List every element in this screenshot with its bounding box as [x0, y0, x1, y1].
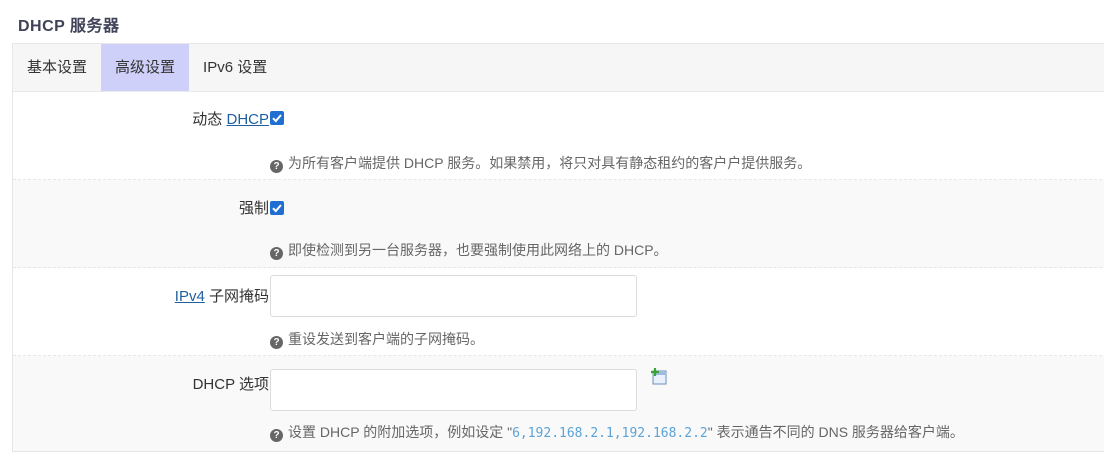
ipv4-netmask-row: IPv4 子网掩码 ? 重设发送到客户端的子网掩码。 [13, 268, 1104, 356]
help-icon: ? [270, 429, 283, 442]
dhcp-options-row: DHCP 选项 ? 设置 DHCP 的附加选项，例如设定 "6,192.168.2… [13, 356, 1104, 451]
force-label: 强制 [238, 200, 269, 217]
help-icon: ? [270, 160, 283, 173]
checkmark-icon [272, 204, 282, 213]
dynamic-dhcp-row: 动态 DHCP ? 为所有客户端提供 DHCP 服务。如果禁用，将只对具有静态租约… [13, 92, 1104, 180]
tab-basic-settings[interactable]: 基本设置 [13, 44, 101, 91]
tab-advanced-settings[interactable]: 高级设置 [101, 44, 190, 91]
example-option-code: 6,192.168.2.1,192.168.2.2 [512, 426, 708, 441]
ipv4-netmask-description: ? 重设发送到客户端的子网掩码。 [270, 329, 484, 349]
dhcp-options-description: ? 设置 DHCP 的附加选项，例如设定 "6,192.168.2.1,192.1… [270, 422, 964, 442]
dynamic-dhcp-label: 动态 DHCP [192, 108, 269, 129]
ipv4-netmask-label: IPv4 子网掩码 [175, 285, 269, 306]
ipv4-link[interactable]: IPv4 [175, 288, 205, 305]
dynamic-dhcp-label-text: 动态 [192, 111, 223, 128]
help-icon: ? [270, 247, 283, 260]
force-description: ? 即使检测到另一台服务器，也要强制使用此网络上的 DHCP。 [270, 240, 668, 260]
checkmark-icon [272, 114, 282, 123]
dhcp-options-label: DHCP 选项 [192, 376, 269, 393]
dhcp-options-input[interactable] [270, 369, 637, 411]
tab-bar: 基本设置 高级设置 IPv6 设置 [13, 44, 1104, 92]
add-entry-icon[interactable] [650, 368, 668, 386]
section-title: DHCP 服务器 [18, 18, 120, 35]
tab-ipv6-settings[interactable]: IPv6 设置 [189, 44, 281, 91]
force-row: 强制 ? 即使检测到另一台服务器，也要强制使用此网络上的 DHCP。 [13, 180, 1104, 268]
dhcp-link[interactable]: DHCP [226, 111, 269, 128]
dynamic-dhcp-description: ? 为所有客户端提供 DHCP 服务。如果禁用，将只对具有静态租约的客户户提供服务… [270, 153, 811, 173]
force-checkbox[interactable] [270, 201, 284, 215]
dhcp-server-panel: 基本设置 高级设置 IPv6 设置 动态 DHCP ? 为所有客户端提供 DHCP… [12, 43, 1104, 452]
ipv4-netmask-input[interactable] [270, 275, 637, 317]
help-icon: ? [270, 336, 283, 349]
dynamic-dhcp-checkbox[interactable] [270, 111, 284, 125]
ipv4-netmask-label-text: 子网掩码 [208, 288, 269, 305]
